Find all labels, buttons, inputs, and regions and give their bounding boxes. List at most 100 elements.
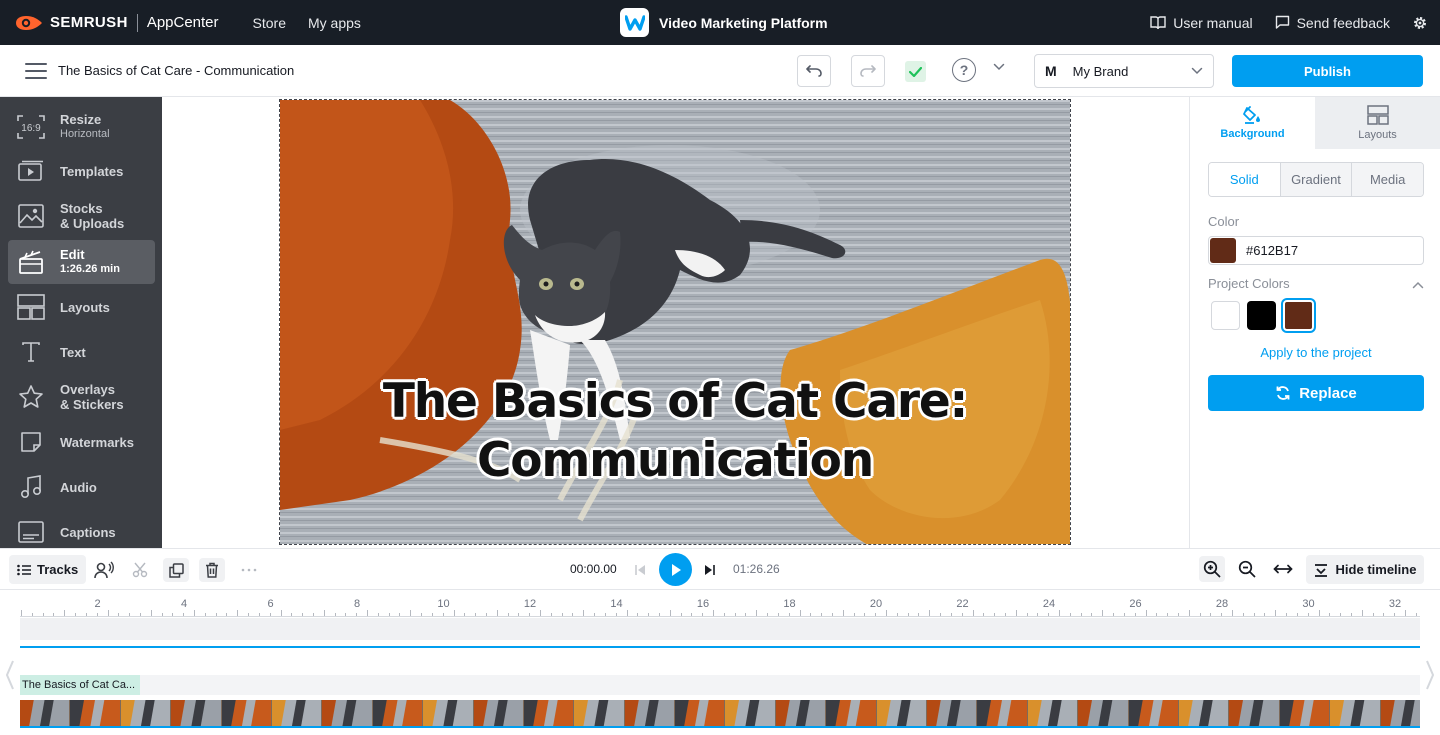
project-color-black[interactable] [1247,301,1276,330]
sidebar-item-edit[interactable]: Edit 1:26.26 min [8,240,155,284]
replace-button[interactable]: Replace [1208,375,1424,411]
menu-icon[interactable] [25,62,47,79]
ruler-tick [1080,613,1082,616]
text-track: The Basics of Cat Ca... [20,675,1420,695]
timeline-ruler[interactable]: 2 4 6 8 10 12 14 16 18 20 22 24 26 28 30 32 [20,590,1420,617]
video-title-overlay[interactable]: The Basics of Cat Care: Communication [280,372,1070,490]
project-color-brown[interactable] [1283,300,1314,331]
fit-timeline-button[interactable] [1270,556,1296,582]
ruler-tick [1048,613,1050,616]
duplicate-button[interactable] [163,558,189,582]
zoom-in-button[interactable] [1199,556,1225,582]
audio-track-line[interactable] [20,646,1420,648]
video-thumbnail [372,700,424,726]
more-options-button[interactable] [236,558,262,582]
ruler-tick [831,613,833,616]
sidebar-item-text[interactable]: Text [8,330,155,374]
ruler-tick [291,613,293,616]
sidebar-item-label-line2: & Stickers [60,397,124,412]
scroll-right-arrow-icon[interactable] [1426,660,1434,690]
ruler-tick [1253,613,1255,616]
voiceover-button[interactable] [91,558,117,582]
video-thumbnail [927,700,978,726]
nav-my-apps[interactable]: My apps [308,15,361,31]
help-button[interactable]: ? [952,58,976,82]
ruler-tick [464,613,466,616]
ruler-tick [183,613,185,616]
apply-to-project-link[interactable]: Apply to the project [1208,345,1424,360]
settings-button[interactable] [1412,15,1428,31]
sidebar-item-resize[interactable]: 16:9 Resize Horizontal [8,105,155,149]
video-track[interactable] [20,700,1420,728]
tab-background-label: Background [1220,128,1285,140]
semrush-logo[interactable]: SEMRUSH AppCenter [14,0,219,45]
ruler-tick [139,613,141,616]
skip-start-button[interactable] [627,558,653,582]
ruler-tick [367,610,368,616]
color-swatch[interactable] [1210,238,1236,263]
nav-store[interactable]: Store [253,15,286,31]
sidebar-item-label: Audio [60,479,97,495]
hide-timeline-button[interactable]: Hide timeline [1306,555,1424,584]
chevron-down-icon[interactable] [993,63,1005,71]
sidebar-item-label: Overlays [60,382,115,397]
text-icon [14,341,48,363]
ruler-tick [323,610,325,616]
collapse-down-icon [1314,563,1327,577]
ruler-tick [1145,610,1147,616]
split-button[interactable] [127,558,153,582]
project-color-white[interactable] [1211,301,1240,330]
ruler-tick [1372,613,1374,616]
sidebar-item-audio[interactable]: Audio [8,465,155,509]
ruler-tick [442,613,444,616]
redo-button[interactable] [851,55,885,87]
ruler-tick [626,610,628,616]
saved-status [905,61,926,82]
sidebar-item-layouts[interactable]: Layouts [8,285,155,329]
sidebar-item-label: Captions [60,524,116,540]
sidebar-item-stocks[interactable]: Stocks & Uploads [8,194,155,238]
user-manual-link[interactable]: User manual [1150,15,1253,31]
tracks-button[interactable]: Tracks [9,555,87,584]
sidebar-item-sublabel: Horizontal [60,128,110,140]
ruler-tick [680,613,682,616]
segment-media[interactable]: Media [1351,163,1423,196]
more-icon [241,568,257,572]
scroll-left-arrow-icon[interactable] [6,660,14,690]
ruler-label: 32 [1388,598,1402,610]
empty-track[interactable] [20,618,1420,640]
brand-select[interactable]: M My Brand [1034,54,1214,88]
text-clip[interactable]: The Basics of Cat Ca... [20,675,140,695]
ruler-tick [648,613,650,616]
left-sidebar: 16:9 Resize Horizontal Templates Stocks … [0,97,162,548]
ruler-tick [788,613,790,616]
tab-background[interactable]: Background [1190,97,1315,149]
chevron-up-icon[interactable] [1412,281,1424,289]
segment-solid[interactable]: Solid [1209,163,1280,196]
play-button[interactable] [659,553,692,586]
sidebar-item-watermarks[interactable]: Watermarks [8,420,155,464]
video-canvas[interactable]: The Basics of Cat Care: Communication [279,99,1071,545]
sidebar-item-templates[interactable]: Templates [8,149,155,193]
document-title[interactable]: The Basics of Cat Care - Communication [58,63,294,78]
segment-gradient[interactable]: Gradient [1279,163,1352,196]
delete-button[interactable] [199,558,225,582]
undo-button[interactable] [797,55,831,87]
ruler-tick [431,613,433,616]
ruler-tick [21,610,22,616]
chevron-down-icon [1191,67,1203,75]
video-title-line2: Communication [476,433,874,488]
color-hex-value[interactable]: #612B17 [1246,243,1298,258]
ruler-tick [572,613,574,616]
zoom-out-button[interactable] [1234,556,1260,582]
tab-layouts[interactable]: Layouts [1315,97,1440,149]
ruler-tick [96,613,98,616]
publish-button[interactable]: Publish [1232,55,1423,87]
sidebar-item-overlays[interactable]: Overlays & Stickers [8,375,155,419]
send-feedback-link[interactable]: Send feedback [1275,15,1390,31]
ruler-tick [1307,613,1309,616]
ruler-label: 28 [1215,598,1229,610]
skip-end-button[interactable] [697,558,723,582]
color-input[interactable]: #612B17 [1208,236,1424,265]
ruler-label: 24 [1042,598,1056,610]
